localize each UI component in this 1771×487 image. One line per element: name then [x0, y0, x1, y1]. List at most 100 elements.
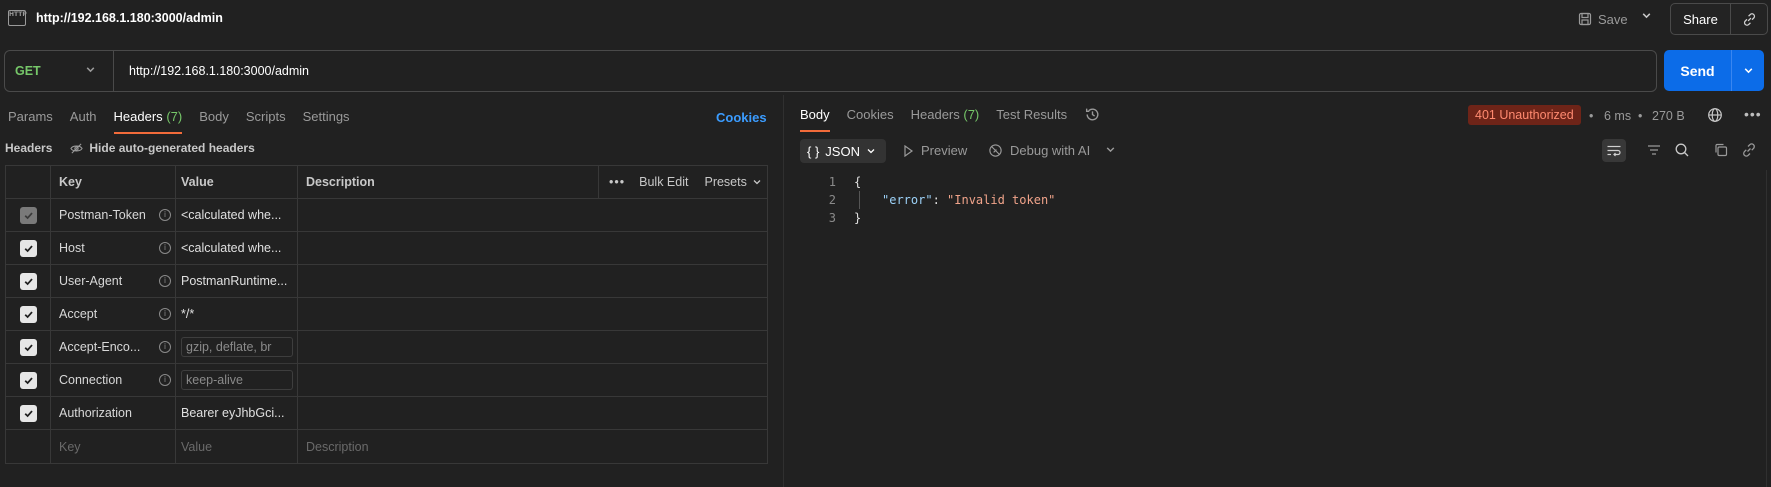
row-checkbox[interactable]	[19, 338, 37, 356]
row-description[interactable]	[298, 364, 767, 396]
row-value[interactable]: Bearer eyJhbGci...	[176, 397, 298, 429]
search-icon[interactable]	[1674, 142, 1690, 161]
response-size[interactable]: 270 B	[1652, 109, 1685, 123]
url-input[interactable]: http://192.168.1.180:3000/admin	[129, 64, 309, 78]
row-checkbox[interactable]	[19, 371, 37, 389]
row-checkbox[interactable]	[19, 404, 37, 422]
info-icon[interactable]: i	[159, 275, 171, 287]
row-key-text: User-Agent	[59, 274, 123, 288]
row-description[interactable]	[298, 199, 767, 231]
method-select[interactable]: GET	[15, 64, 41, 78]
row-key-text: Host	[59, 241, 85, 255]
info-icon[interactable]: i	[159, 374, 171, 386]
send-options-chevron-down-icon[interactable]	[1732, 50, 1764, 91]
tab-headers[interactable]: Headers (7)	[113, 109, 182, 134]
response-body-editor[interactable]: 1 { 2 "error" : "Invalid token" 3 }	[820, 173, 1056, 227]
row-checkbox-cell	[6, 199, 51, 231]
eye-off-icon	[70, 142, 84, 154]
globe-icon[interactable]	[1707, 107, 1723, 126]
row-description[interactable]	[298, 265, 767, 297]
new-description-input[interactable]: Description	[298, 430, 767, 463]
response-scrollbar[interactable]	[1766, 170, 1767, 487]
copy-link-button[interactable]	[1731, 4, 1767, 34]
row-value-input[interactable]: gzip, deflate, br	[181, 337, 293, 357]
tab-params[interactable]: Params	[8, 109, 53, 133]
share-button[interactable]: Share	[1671, 4, 1731, 34]
send-button[interactable]: Send	[1664, 50, 1732, 91]
tab-auth[interactable]: Auth	[70, 109, 97, 133]
presets-button[interactable]: Presets	[704, 175, 761, 189]
row-description[interactable]	[298, 331, 767, 363]
info-icon[interactable]: i	[159, 242, 171, 254]
request-title[interactable]: http://192.168.1.180:3000/admin	[36, 11, 223, 25]
header-check-col	[6, 166, 51, 198]
row-key-text: Connection	[59, 373, 123, 387]
debug-with-ai-button[interactable]: Debug with AI	[988, 143, 1090, 158]
new-key-input[interactable]: Key	[51, 430, 176, 463]
row-key[interactable]: Authorization	[51, 397, 176, 429]
row-key[interactable]: Connection i	[51, 364, 176, 396]
row-description[interactable]	[298, 232, 767, 264]
send-group: Send	[1664, 50, 1764, 91]
row-description[interactable]	[298, 397, 767, 429]
row-key[interactable]: Accept i	[51, 298, 176, 330]
tab-settings[interactable]: Settings	[303, 109, 350, 133]
tab-response-cookies[interactable]: Cookies	[847, 107, 894, 131]
row-key[interactable]: Host i	[51, 232, 176, 264]
row-key[interactable]: Accept-Enco... i	[51, 331, 176, 363]
row-value[interactable]: keep-alive	[176, 364, 298, 396]
tab-response-headers-label: Headers	[910, 107, 960, 122]
row-value-input[interactable]: keep-alive	[181, 370, 293, 390]
check-icon	[24, 277, 33, 285]
row-checkbox-cell	[6, 298, 51, 330]
status-badge[interactable]: 401 Unauthorized	[1468, 105, 1581, 125]
new-value-input[interactable]: Value	[176, 430, 298, 463]
row-value[interactable]: <calculated whe...	[176, 232, 298, 264]
presets-label: Presets	[704, 175, 747, 189]
row-checkbox[interactable]	[19, 239, 37, 257]
history-icon[interactable]	[1084, 106, 1101, 126]
word-wrap-toggle[interactable]	[1602, 139, 1626, 162]
row-checkbox[interactable]	[19, 206, 37, 224]
tab-response-body[interactable]: Body	[800, 107, 830, 132]
debug-options-chevron-down-icon[interactable]	[1105, 143, 1116, 158]
preview-button[interactable]: Preview	[903, 143, 967, 158]
more-options-icon[interactable]: •••	[609, 175, 625, 189]
line-number: 2	[828, 193, 836, 207]
row-checkbox-cell	[6, 232, 51, 264]
hide-auto-generated-headers-button[interactable]: Hide auto-generated headers	[70, 141, 255, 155]
row-key[interactable]: User-Agent i	[51, 265, 176, 297]
row-value[interactable]: <calculated whe...	[176, 199, 298, 231]
row-description[interactable]	[298, 298, 767, 330]
tab-test-results[interactable]: Test Results	[996, 107, 1067, 131]
info-icon[interactable]: i	[159, 209, 171, 221]
link-icon[interactable]	[1741, 142, 1757, 161]
copy-icon[interactable]	[1713, 142, 1729, 161]
response-time[interactable]: 6 ms	[1604, 109, 1631, 123]
filter-icon[interactable]	[1646, 142, 1662, 161]
method-chevron-down-icon[interactable]	[85, 63, 96, 78]
info-icon[interactable]: i	[159, 341, 171, 353]
bulk-edit-button[interactable]: Bulk Edit	[639, 175, 688, 189]
format-select[interactable]: { } JSON	[800, 139, 886, 163]
row-value[interactable]: gzip, deflate, br	[176, 331, 298, 363]
bug-icon	[989, 144, 1002, 157]
tab-response-headers[interactable]: Headers (7)	[911, 107, 980, 131]
row-key[interactable]: Postman-Token i	[51, 199, 176, 231]
row-checkbox[interactable]	[19, 305, 37, 323]
save-button[interactable]: Save	[1578, 9, 1628, 29]
tools-separator	[598, 166, 599, 198]
row-value[interactable]: */*	[176, 298, 298, 330]
cookies-link[interactable]: Cookies	[716, 110, 767, 125]
tab-headers-label: Headers	[113, 109, 163, 124]
save-options-chevron-down-icon[interactable]	[1641, 10, 1652, 24]
tab-scripts[interactable]: Scripts	[246, 109, 286, 133]
save-label: Save	[1598, 11, 1628, 27]
link-icon	[1743, 12, 1755, 26]
row-checkbox[interactable]	[19, 272, 37, 290]
panel-divider[interactable]	[783, 95, 784, 487]
row-value[interactable]: PostmanRuntime...	[176, 265, 298, 297]
more-options-icon[interactable]: •••	[1744, 106, 1762, 122]
tab-body[interactable]: Body	[199, 109, 229, 133]
info-icon[interactable]: i	[159, 308, 171, 320]
